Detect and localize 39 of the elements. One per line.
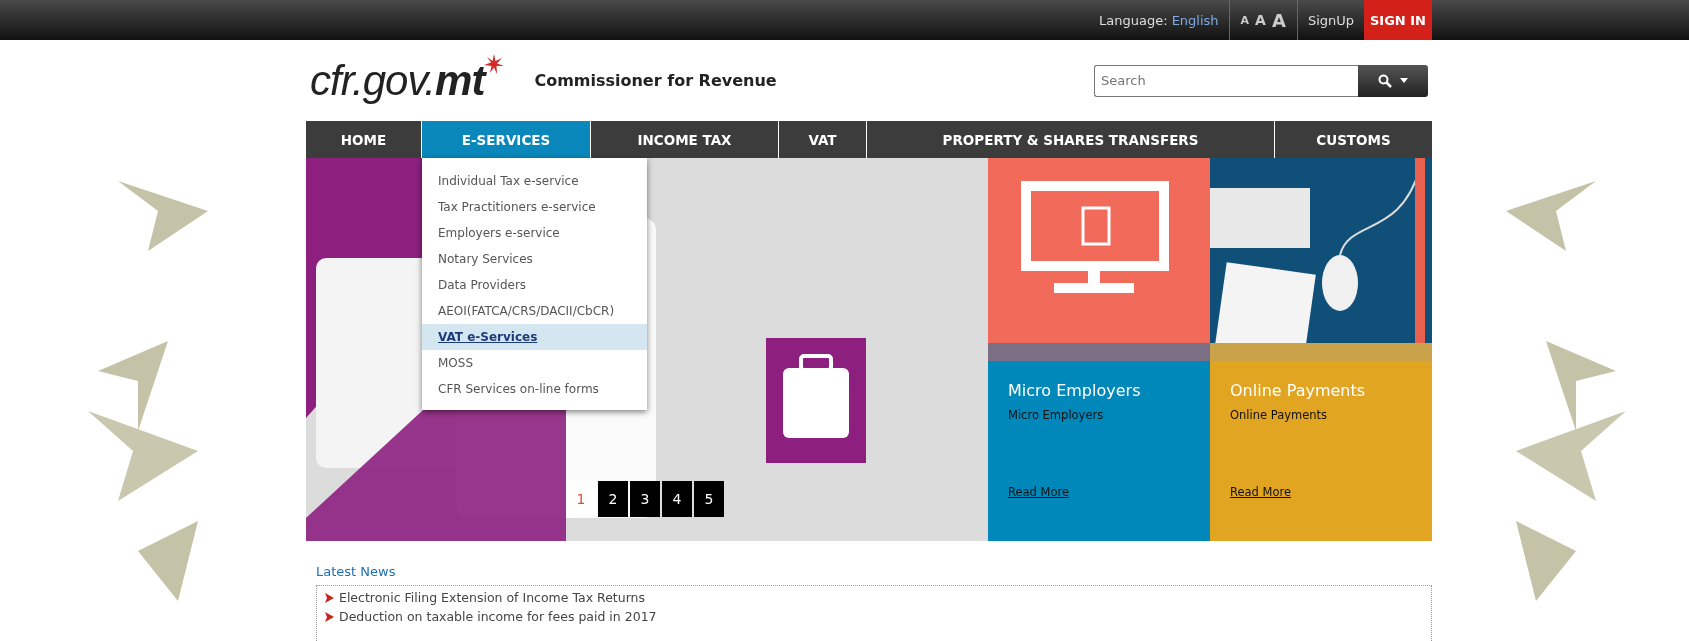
tile-title: Micro Employers — [1008, 381, 1142, 400]
news-link[interactable]: Electronic Filing Extension of Income Tax Returns — [339, 590, 646, 605]
slide-page-button[interactable]: 3 — [630, 481, 660, 517]
news-link[interactable]: Deduction on taxable income for fees paid in 2017 — [339, 609, 657, 624]
search-button[interactable] — [1358, 64, 1428, 97]
menu-item[interactable]: Data Providers — [422, 272, 647, 298]
tile-title: Online Payments — [1230, 381, 1367, 400]
site-logo[interactable]: cfr.gov.mt — [310, 56, 485, 105]
font-size-button[interactable]: A — [1254, 12, 1267, 28]
arrow-icon — [325, 611, 334, 622]
signup-link[interactable]: SignUp — [1297, 0, 1364, 40]
menu-item[interactable]: VAT e-Services — [422, 324, 647, 350]
menu-item[interactable]: Employers e-service — [422, 220, 647, 246]
menu-item[interactable]: AEOI(FATCA/CRS/DACII/CbCR) — [422, 298, 647, 324]
read-more-link[interactable]: Read More — [1230, 485, 1412, 499]
site-title: Commissioner for Revenue — [534, 71, 777, 90]
search-icon — [1378, 73, 1392, 88]
language-label: Language: — [1099, 12, 1168, 28]
sign-in-button[interactable]: SIGN IN — [1364, 0, 1432, 40]
tile-subtitle: Online Payments — [1230, 408, 1329, 422]
slide-page-button[interactable]: 4 — [662, 481, 692, 517]
font-size-button[interactable]: A — [1239, 13, 1251, 27]
menu-item[interactable]: Tax Practitioners e-service — [422, 194, 647, 220]
tile-subtitle: Micro Employers — [1008, 408, 1105, 422]
slide-page-button[interactable]: 1 — [566, 481, 596, 517]
font-size-button[interactable]: A — [1270, 9, 1287, 31]
slide-page-button[interactable]: 5 — [694, 481, 724, 517]
language-link[interactable]: English — [1171, 12, 1219, 28]
search-field[interactable]: Search — [1094, 64, 1358, 97]
menu-item[interactable]: Notary Services — [422, 246, 647, 272]
caret-icon — [1400, 78, 1408, 83]
menu-item[interactable]: CFR Services on-line forms — [422, 376, 647, 402]
read-more-link[interactable]: Read More — [1008, 485, 1190, 499]
news-heading: Latest News — [316, 564, 397, 579]
slide-page-button[interactable]: 2 — [598, 481, 628, 517]
arrow-icon — [325, 592, 334, 603]
menu-item[interactable]: Individual Tax e-service — [422, 168, 647, 194]
nav-tab[interactable]: E-SERVICES — [422, 121, 590, 158]
menu-item[interactable]: MOSS — [422, 350, 647, 376]
